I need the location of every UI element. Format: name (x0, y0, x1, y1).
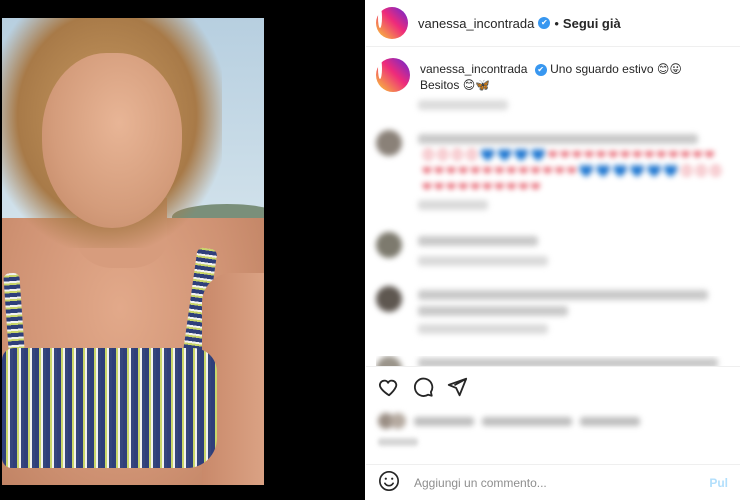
author-avatar[interactable] (376, 7, 408, 39)
blurred-text (418, 200, 488, 210)
comment-bubble-icon (414, 377, 434, 397)
post-photo[interactable] (2, 18, 264, 485)
photo-swim-top (2, 348, 217, 468)
post-caption: vanessa_incontrada ✔ Uno sguardo estivo … (376, 58, 732, 93)
comment-item (376, 356, 732, 366)
caption-avatar[interactable] (376, 58, 410, 92)
comment-avatar[interactable] (376, 286, 402, 312)
post-date-blurred (378, 438, 418, 446)
smiley-icon (379, 470, 399, 491)
blurred-text (580, 417, 640, 426)
blurred-text (418, 290, 708, 300)
comment-avatar[interactable] (376, 356, 402, 366)
actions-divider (366, 366, 740, 367)
caption-line-2: Besitos 😊🦋 (420, 77, 682, 93)
blurred-text (418, 236, 538, 246)
share-button[interactable] (446, 376, 468, 398)
caption-meta-blurred (376, 100, 732, 110)
blurred-text (418, 256, 548, 266)
caption-username[interactable]: vanessa_incontrada (420, 62, 527, 76)
caption-signoff: Besitos (420, 78, 460, 92)
caption-text: Uno sguardo estivo (550, 62, 654, 76)
comment-avatar[interactable] (376, 232, 402, 258)
comment-item (376, 232, 732, 272)
comment-avatar[interactable] (376, 130, 402, 156)
header-separator: • (554, 15, 559, 31)
blurred-text (418, 358, 718, 366)
comment-emoji-row: 😊😊😊😊💙💙💙💙❤❤❤❤❤❤❤❤❤❤❤❤❤❤ (422, 148, 717, 162)
liker-avatar (390, 413, 406, 429)
comment-emoji-row: ❤❤❤❤❤❤❤❤❤❤ (422, 180, 543, 194)
blurred-text (482, 417, 572, 426)
likes-summary[interactable] (378, 411, 728, 431)
header-divider (366, 46, 740, 47)
comment-composer: Aggiungi un commento... Pul (366, 466, 740, 500)
comment-emoji-row: ❤❤❤❤❤❤❤❤❤❤❤❤❤💙💙💙💙💙💙😊😊😊 (422, 164, 724, 178)
paper-plane-icon (447, 377, 468, 397)
verified-badge-icon: ✔ (538, 17, 551, 29)
blurred-text (418, 100, 508, 110)
avatar-image (378, 7, 382, 28)
composer-divider (366, 464, 740, 465)
blurred-text (418, 134, 698, 144)
verified-badge-icon: ✔ (534, 63, 547, 76)
emoji-picker-button[interactable] (378, 470, 400, 497)
post-side-panel: vanessa_incontrada ✔ • Segui già vanessa… (366, 0, 740, 500)
caption-signoff-emojis: 😊🦋 (462, 78, 491, 92)
comment-button[interactable] (412, 376, 434, 398)
caption-emojis: 😊😛 (656, 62, 682, 76)
post-actions (378, 376, 468, 398)
blurred-text (418, 306, 568, 316)
post-media (0, 0, 365, 500)
publish-button[interactable]: Pul (709, 476, 728, 490)
photo-face (42, 53, 182, 228)
comment-item: 😊😊😊😊💙💙💙💙❤❤❤❤❤❤❤❤❤❤❤❤❤❤ ❤❤❤❤❤❤❤❤❤❤❤❤❤💙💙💙💙… (376, 130, 732, 210)
like-button[interactable] (378, 376, 400, 398)
caption-text-block: vanessa_incontrada ✔ Uno sguardo estivo … (420, 58, 682, 93)
avatar-image (378, 58, 382, 79)
blurred-text (414, 417, 474, 426)
blurred-text (418, 324, 548, 334)
caption-line-1: vanessa_incontrada ✔ Uno sguardo estivo … (420, 61, 682, 77)
author-username[interactable]: vanessa_incontrada (418, 16, 534, 31)
comment-item (376, 286, 732, 336)
post-header: vanessa_incontrada ✔ • Segui già (376, 6, 732, 40)
following-button[interactable]: Segui già (563, 16, 621, 31)
heart-outline-icon (378, 379, 398, 397)
comment-input[interactable]: Aggiungi un commento... (414, 476, 709, 490)
